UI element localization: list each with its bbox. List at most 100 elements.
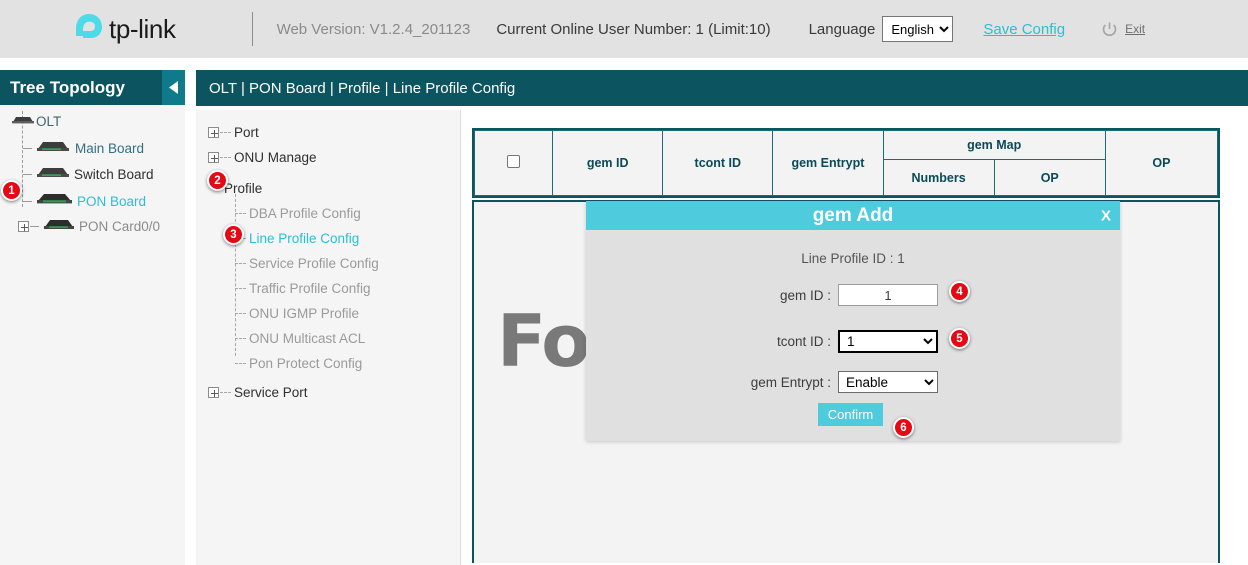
- gem-entrypt-label: gem Entrypt :: [586, 375, 838, 390]
- nav-item-traffic-profile-config[interactable]: Traffic Profile Config: [235, 281, 371, 296]
- nav-branch-line: [220, 132, 231, 133]
- language-label: Language: [809, 21, 876, 38]
- nav-item-profile[interactable]: Profile: [224, 181, 262, 196]
- nav-item-pon-protect-config[interactable]: Pon Protect Config: [235, 356, 362, 371]
- expand-plus-icon[interactable]: [208, 152, 219, 163]
- step-badge-2: 2: [207, 170, 228, 191]
- tcont-id-row: tcont ID : 1: [586, 330, 1120, 353]
- language-select[interactable]: English: [882, 16, 953, 42]
- exit-link[interactable]: Exit: [1125, 22, 1145, 36]
- gem-table-header: gem ID tcont ID gem Entrypt gem Map OP N…: [472, 128, 1220, 198]
- tree-node-label: Switch Board: [74, 167, 154, 182]
- tree-node-label: Main Board: [75, 141, 144, 156]
- nav-branch-line: [235, 288, 246, 289]
- nav-panel: Port ONU Manage Profile DBA Profile Conf…: [196, 110, 461, 565]
- device-icon: [41, 217, 77, 236]
- col-map-op: OP: [994, 160, 1105, 196]
- table-header-row: gem ID tcont ID gem Entrypt gem Map OP: [475, 131, 1218, 160]
- device-icon: [34, 139, 72, 158]
- nav-branch-line: [235, 313, 246, 314]
- nav-branch-line: [235, 213, 246, 214]
- nav-item-service-port[interactable]: Service Port: [208, 385, 308, 400]
- nav-item-dba-profile-config[interactable]: DBA Profile Config: [235, 206, 361, 221]
- expand-plus-icon[interactable]: [18, 221, 29, 232]
- device-icon: [34, 191, 76, 211]
- nav-item-label: Service Profile Config: [249, 256, 379, 271]
- col-tcont-id: tcont ID: [663, 131, 773, 196]
- gem-id-label: gem ID :: [586, 288, 838, 303]
- expand-plus-icon[interactable]: [208, 127, 219, 138]
- gem-add-dialog: gem Add X Line Profile ID : 1 gem ID : t…: [586, 201, 1120, 441]
- nav-branch-line: [235, 263, 246, 264]
- nav-item-label: Traffic Profile Config: [249, 281, 371, 296]
- tcont-id-select[interactable]: 1: [838, 330, 938, 353]
- tree-node-pon-card[interactable]: PON Card0/0: [18, 217, 160, 236]
- chevron-left-icon[interactable]: [162, 70, 185, 105]
- step-badge-4: 4: [949, 281, 970, 302]
- nav-item-label: DBA Profile Config: [249, 206, 361, 221]
- gem-entrypt-select[interactable]: Enable: [838, 371, 938, 393]
- expand-plus-icon[interactable]: [208, 387, 219, 398]
- step-badge-6: 6: [893, 417, 914, 438]
- header-divider: [252, 12, 253, 46]
- brand-name: tp-link: [109, 14, 176, 45]
- gem-entrypt-row: gem Entrypt : Enable: [586, 371, 1120, 393]
- tree-topology-panel: OLT Main Board Switch Board: [0, 105, 185, 565]
- nav-item-label: Line Profile Config: [249, 231, 359, 246]
- tree-node-label: PON Board: [77, 194, 146, 209]
- dialog-body: Line Profile ID : 1 gem ID : tcont ID : …: [586, 230, 1120, 441]
- nav-item-label: ONU Manage: [234, 150, 317, 165]
- nav-item-port[interactable]: Port: [208, 125, 259, 140]
- online-user-text: Current Online User Number: 1 (Limit:10): [496, 21, 770, 38]
- confirm-button[interactable]: Confirm: [818, 403, 883, 426]
- gem-table: gem ID tcont ID gem Entrypt gem Map OP N…: [474, 130, 1218, 196]
- tree-branch-line: [30, 226, 39, 227]
- tree-node-olt[interactable]: OLT: [10, 112, 61, 130]
- tree-topology-title: Tree Topology: [10, 78, 125, 98]
- gem-id-input[interactable]: [838, 284, 938, 306]
- nav-branch-line: [220, 392, 231, 393]
- nav-item-line-profile-config[interactable]: Line Profile Config: [235, 231, 359, 246]
- nav-branch-line: [235, 363, 246, 364]
- nav-item-label: Profile: [224, 181, 262, 196]
- nav-item-onu-manage[interactable]: ONU Manage: [208, 150, 317, 165]
- tree-node-label: PON Card0/0: [79, 219, 160, 234]
- dialog-title-bar: gem Add X: [586, 201, 1120, 230]
- tcont-id-label: tcont ID :: [586, 334, 838, 349]
- gem-id-row: gem ID :: [586, 284, 1120, 306]
- save-config-link[interactable]: Save Config: [983, 21, 1065, 38]
- checkbox-icon[interactable]: [507, 155, 520, 168]
- step-badge-5: 5: [949, 328, 970, 349]
- col-gem-id: gem ID: [553, 131, 663, 196]
- select-all-cell[interactable]: [475, 131, 553, 196]
- nav-item-onu-igmp-profile[interactable]: ONU IGMP Profile: [235, 306, 359, 321]
- nav-branch-line: [220, 157, 231, 158]
- close-icon[interactable]: X: [1101, 207, 1111, 224]
- tree-branch-line: [23, 148, 32, 149]
- nav-item-label: Pon Protect Config: [249, 356, 362, 371]
- line-profile-id-text: Line Profile ID : 1: [586, 251, 1120, 266]
- tree-branch-line: [23, 174, 32, 175]
- tree-node-label: OLT: [36, 114, 61, 129]
- col-numbers: Numbers: [883, 160, 994, 196]
- tree-node-pon-board[interactable]: PON Board: [23, 191, 146, 211]
- nav-branch-line: [235, 338, 246, 339]
- device-icon: [34, 165, 72, 184]
- col-op: OP: [1105, 131, 1217, 196]
- power-icon: [1101, 21, 1118, 38]
- step-badge-1: 1: [1, 180, 22, 201]
- device-icon: [10, 112, 36, 130]
- tree-topology-header: Tree Topology: [0, 70, 185, 105]
- nav-item-onu-multicast-acl[interactable]: ONU Multicast ACL: [235, 331, 365, 346]
- tree-node-switch-board[interactable]: Switch Board: [23, 165, 154, 184]
- dialog-title: gem Add: [813, 205, 894, 227]
- nav-item-label: Port: [234, 125, 259, 140]
- nav-item-label: ONU Multicast ACL: [249, 331, 365, 346]
- breadcrumb-bar: OLT | PON Board | Profile | Line Profile…: [196, 70, 1248, 106]
- nav-item-service-profile-config[interactable]: Service Profile Config: [235, 256, 379, 271]
- tplink-logo-icon: [68, 12, 106, 46]
- step-badge-3: 3: [223, 224, 244, 245]
- col-gem-map: gem Map: [883, 131, 1105, 160]
- brand-logo[interactable]: tp-link: [68, 12, 176, 46]
- tree-node-main-board[interactable]: Main Board: [23, 139, 144, 158]
